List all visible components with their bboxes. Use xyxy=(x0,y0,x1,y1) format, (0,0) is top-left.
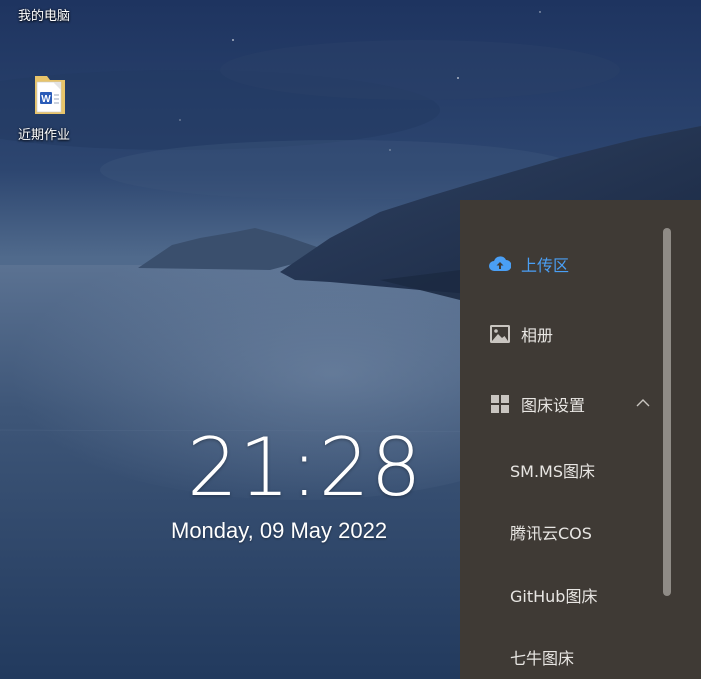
sub-item-github[interactable]: GitHub图床 xyxy=(510,578,660,612)
chevron-up-icon[interactable] xyxy=(635,398,651,408)
side-panel: 上传区 相册 图床设置 SM.MS图床 腾讯云COS GitHub图床 七牛图床 xyxy=(460,200,701,679)
menu-item-upload[interactable]: 上传区 xyxy=(460,244,660,284)
svg-text:W: W xyxy=(41,94,51,105)
clock-time: 21:28 xyxy=(187,421,423,514)
scrollbar-thumb[interactable] xyxy=(663,228,671,596)
menu-item-upload-label: 上传区 xyxy=(521,256,570,275)
image-icon xyxy=(489,323,511,345)
word-document-icon: W xyxy=(35,76,65,114)
this-pc-label[interactable]: 我的电脑 xyxy=(18,5,70,24)
word-document-label[interactable]: 近期作业 xyxy=(18,124,70,143)
menu-item-album-label: 相册 xyxy=(521,326,554,345)
clock-date: Monday, 09 May 2022 xyxy=(171,518,388,543)
menu-item-image-host-settings-label: 图床设置 xyxy=(521,396,586,415)
sub-item-qiniu[interactable]: 七牛图床 xyxy=(510,640,660,674)
sub-item-smms[interactable]: SM.MS图床 xyxy=(510,453,660,487)
menu-item-album[interactable]: 相册 xyxy=(460,314,660,354)
sub-item-tencent-cos[interactable]: 腾讯云COS xyxy=(510,515,660,549)
grid-icon xyxy=(489,393,511,415)
menu-item-image-host-settings[interactable]: 图床设置 xyxy=(460,384,660,424)
cloud-upload-icon xyxy=(489,253,511,275)
